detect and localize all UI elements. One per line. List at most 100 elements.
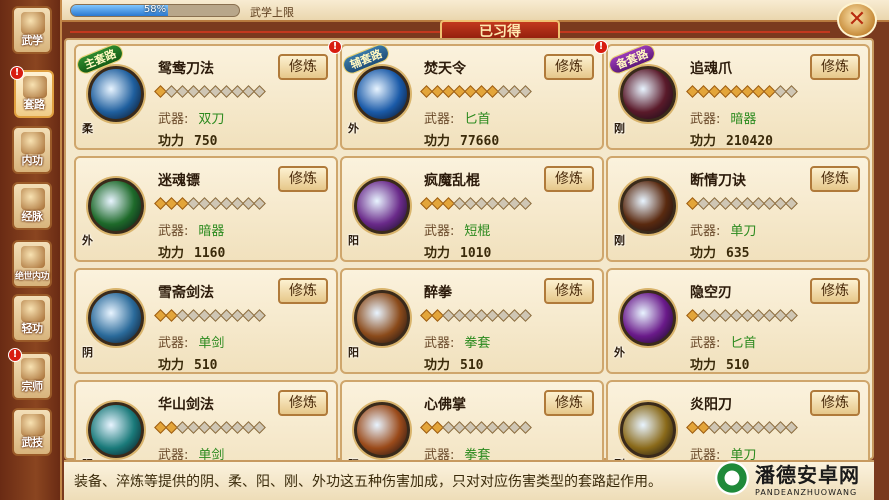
weapon-label: 武器:: [424, 336, 455, 351]
progress-text: 58%: [143, 4, 167, 15]
power-row: 功力 210420: [690, 130, 773, 149]
star-gem-icon: [785, 85, 798, 98]
train-button[interactable]: 修炼: [544, 390, 594, 416]
watermark-sub: PANDEANZHUOWANG: [755, 488, 858, 497]
tab-fist[interactable]: 武技: [12, 408, 52, 456]
weapon-value: 拳套: [464, 336, 491, 351]
power-label: 功力: [690, 358, 717, 373]
skill-name: 醉拳: [424, 285, 452, 301]
train-button[interactable]: 修炼: [278, 390, 328, 416]
skill-icon: [88, 290, 144, 346]
skill-grid: 柔主套路 鸳鸯刀法 修炼! 武器: 双刀 功力 750 外辅套路 焚天令 修炼! 武器: 匕首 功力 77…: [64, 38, 874, 486]
weapon-value: 短棍: [464, 224, 491, 239]
weapon-label: 武器:: [158, 112, 189, 127]
skill-icon: [620, 178, 676, 234]
skill-icon: [620, 290, 676, 346]
train-button[interactable]: 修炼: [544, 166, 594, 192]
skill-icon: [354, 402, 410, 458]
power-value: 77660: [460, 134, 500, 149]
star-gem-icon: [253, 197, 266, 210]
star-rating: [154, 197, 266, 210]
power-value: 1010: [460, 246, 492, 261]
power-label: 功力: [690, 246, 717, 261]
train-button[interactable]: 修炼: [810, 390, 860, 416]
skill-name: 华山剑法: [158, 397, 214, 413]
tab-scroll[interactable]: 套路!: [10, 66, 54, 118]
element-tag: 外: [82, 234, 93, 247]
tab-feather[interactable]: 轻功: [12, 294, 52, 342]
power-row: 功力 510: [690, 354, 750, 373]
skill-card[interactable]: 柔主套路 鸳鸯刀法 修炼! 武器: 双刀 功力 750: [74, 40, 342, 150]
train-button[interactable]: 修炼: [278, 278, 328, 304]
tab-label: 内功: [21, 154, 44, 167]
weapon-value: 匕首: [464, 112, 491, 127]
star-rating: [154, 309, 266, 322]
skill-card[interactable]: 阳 疯魔乱棍 修炼 武器: 短棍 功力 1010: [340, 156, 604, 262]
book-icon: [21, 12, 45, 34]
power-value: 750: [194, 134, 218, 149]
skill-name: 焚天令: [424, 61, 466, 77]
train-button[interactable]: 修炼: [810, 278, 860, 304]
star-gem-icon: [519, 309, 532, 322]
tab-label: 经脉: [21, 210, 44, 223]
weapon-row: 武器: 暗器: [158, 220, 224, 239]
star-gem-icon: [519, 197, 532, 210]
skill-card[interactable]: 阴 雪斋剑法 修炼 武器: 单剑 功力 510: [74, 268, 338, 374]
skill-icon: [354, 290, 410, 346]
train-button[interactable]: 修炼: [278, 166, 328, 192]
weapon-row: 武器: 双刀: [158, 108, 224, 127]
tab-lotus[interactable]: 内功: [12, 126, 52, 174]
skill-card[interactable]: 阳 醉拳 修炼 武器: 拳套 功力 510: [340, 268, 604, 374]
power-row: 功力 510: [158, 354, 218, 373]
skill-card[interactable]: 刚 断情刀诀 修炼 武器: 单刀 功力 635: [606, 156, 870, 262]
train-button[interactable]: 修炼: [544, 54, 594, 80]
power-value: 510: [726, 358, 750, 373]
element-tag: 阳: [348, 346, 359, 359]
skill-card[interactable]: 外 隐空刃 修炼 武器: 匕首 功力 510: [606, 268, 870, 374]
close-button[interactable]: ✕: [837, 2, 877, 38]
weapon-label: 武器:: [690, 112, 721, 127]
weapon-value: 单剑: [198, 336, 225, 351]
power-row: 功力 635: [690, 242, 750, 261]
star-rating: [420, 309, 532, 322]
element-tag: 阴: [82, 346, 93, 359]
alert-badge: !: [10, 66, 24, 80]
weapon-value: 匕首: [730, 336, 757, 351]
watermark-text: 潘德安卓网 PANDEANZHUOWANG: [755, 459, 860, 497]
alert-badge: !: [8, 348, 22, 362]
train-button[interactable]: 修炼: [810, 166, 860, 192]
weapon-value: 暗器: [730, 112, 757, 127]
tab-master[interactable]: 宗师!: [8, 348, 52, 400]
star-rating: [420, 85, 532, 98]
tab-meridian[interactable]: 经脉: [12, 182, 52, 230]
skill-name: 心佛掌: [424, 397, 466, 413]
skill-card[interactable]: 刚备套路 追魂爪 修炼 武器: 暗器 功力 210420: [606, 41, 870, 150]
skill-icon: [620, 402, 676, 458]
skill-name: 鸳鸯刀法: [158, 61, 214, 77]
banner-divider-left: [70, 31, 440, 33]
tab-flame[interactable]: 绝世内功: [12, 240, 52, 288]
element-tag: 柔: [82, 122, 93, 135]
skill-icon: [354, 66, 410, 122]
weapon-value: 单刀: [730, 224, 757, 239]
train-button[interactable]: 修炼: [278, 54, 328, 80]
train-button[interactable]: 修炼: [810, 54, 860, 80]
skill-name: 追魂爪: [690, 61, 732, 77]
martial-progress-bar: 58%: [70, 4, 240, 17]
category-rail: 武学套路! 内功经脉绝世内功轻功宗师! 武技: [0, 0, 62, 500]
weapon-row: 武器: 单剑: [158, 332, 224, 351]
weapon-row: 武器: 匕首: [424, 108, 490, 127]
watermark-name: 潘德安卓网: [755, 463, 860, 487]
power-row: 功力 1160: [158, 242, 225, 261]
weapon-label: 武器:: [158, 336, 189, 351]
star-gem-icon: [253, 309, 266, 322]
star-rating: [154, 85, 266, 98]
train-button[interactable]: 修炼: [544, 278, 594, 304]
skill-icon: [354, 178, 410, 234]
weapon-value: 暗器: [198, 224, 225, 239]
tab-book[interactable]: 武学: [12, 6, 52, 54]
skill-card[interactable]: 外辅套路 焚天令 修炼! 武器: 匕首 功力 77660: [340, 40, 608, 150]
tab-label: 武技: [21, 436, 44, 449]
skill-icon: [620, 66, 676, 122]
skill-card[interactable]: 外 迷魂镖 修炼 武器: 暗器 功力 1160: [74, 156, 338, 262]
